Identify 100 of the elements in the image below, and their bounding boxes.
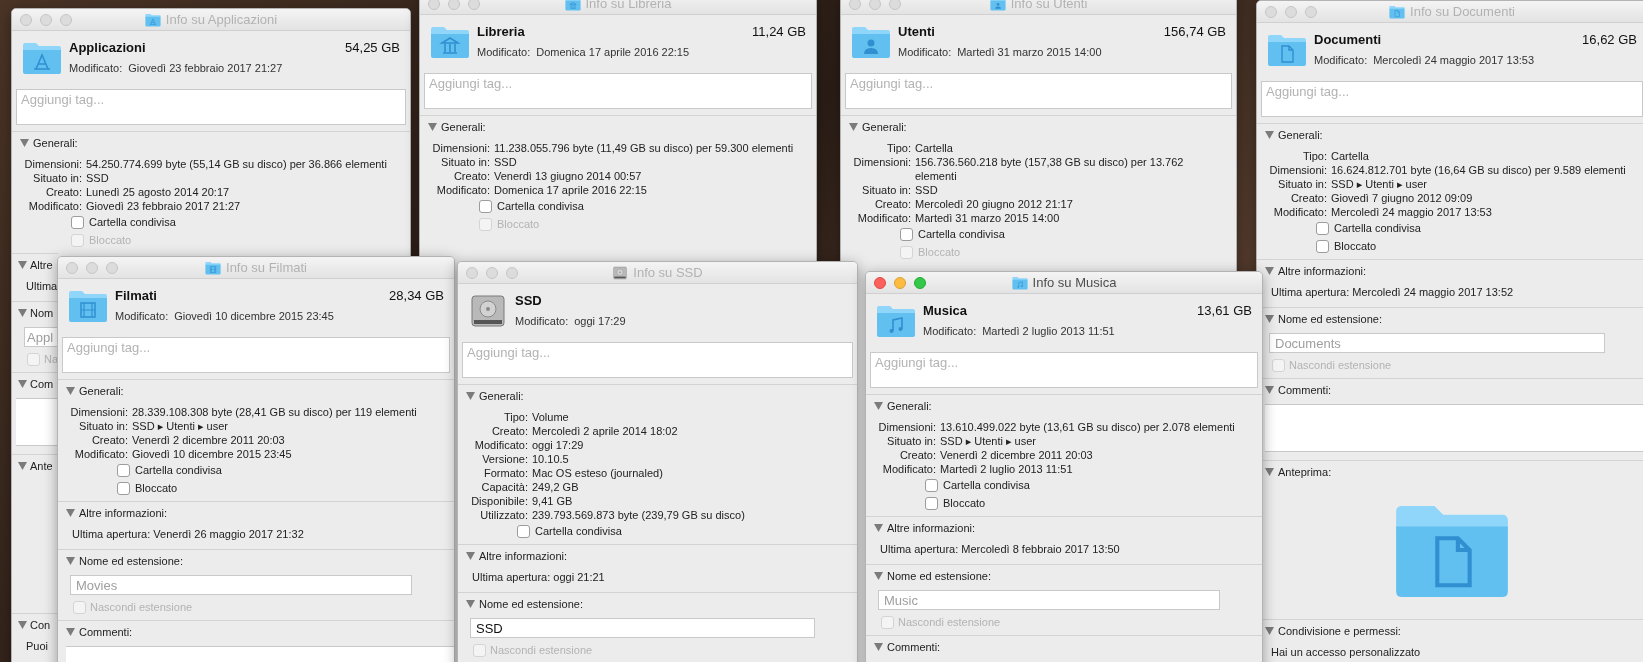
zoom-button[interactable]	[106, 261, 118, 274]
zoom-button[interactable]	[506, 266, 518, 279]
folder-icon	[876, 304, 916, 338]
minimize-button[interactable]	[1285, 5, 1297, 18]
info-label: Tipo:	[1301, 149, 1327, 163]
close-button[interactable]	[66, 261, 78, 274]
info-label: Situato in:	[1277, 177, 1327, 191]
close-button[interactable]	[1265, 5, 1277, 18]
zoom-button[interactable]	[1305, 5, 1317, 18]
info-value: 54.250.774.699 byte (55,14 GB su disco) per 36.866 elementi	[86, 157, 388, 171]
disclosure-triangle-icon[interactable]	[18, 309, 27, 317]
checkbox[interactable]	[479, 199, 492, 213]
checkbox[interactable]	[1316, 221, 1329, 235]
checkbox[interactable]	[925, 496, 938, 510]
minimize-button[interactable]	[86, 261, 98, 274]
checkbox[interactable]	[517, 524, 530, 538]
info-label: Situato in:	[32, 171, 82, 185]
info-label: Capacità:	[480, 480, 528, 494]
disclosure-triangle-icon[interactable]	[466, 392, 475, 400]
minimize-button[interactable]	[448, 0, 460, 10]
close-button[interactable]	[20, 13, 32, 26]
disclosure-triangle-icon[interactable]	[18, 380, 27, 388]
disclosure-triangle-icon[interactable]	[20, 139, 29, 147]
info-value: Domenica 17 aprile 2016 22:15	[494, 183, 648, 197]
minimize-button[interactable]	[869, 0, 881, 10]
minimize-button[interactable]	[486, 266, 498, 279]
info-value: SSD	[86, 171, 110, 185]
disclosure-triangle-icon[interactable]	[466, 552, 475, 560]
minimize-button[interactable]	[40, 13, 52, 26]
disclosure-triangle-icon[interactable]	[428, 123, 437, 131]
disclosure-triangle-icon[interactable]	[874, 524, 883, 532]
modified-date: Martedì 31 marzo 2015 14:00	[957, 45, 1102, 60]
info-value: 9,41 GB	[532, 494, 574, 508]
info-value: 28.339.108.308 byte (28,41 GB su disco) per 119 elementi	[132, 405, 418, 419]
tags-field[interactable]: Aggiungi tag...	[845, 73, 1232, 109]
modified-label: Modificato:	[477, 45, 531, 60]
disclosure-triangle-icon[interactable]	[1265, 131, 1274, 139]
tags-field[interactable]: Aggiungi tag...	[62, 337, 450, 373]
checkbox-label: Nascondi estensione	[1289, 359, 1392, 371]
disclosure-triangle-icon[interactable]	[1265, 627, 1274, 635]
zoom-button[interactable]	[889, 0, 901, 10]
checkbox-label: Cartella condivisa	[1334, 222, 1421, 234]
checkbox[interactable]	[900, 227, 913, 241]
modified-date: Martedì 2 luglio 2013 11:51	[982, 324, 1115, 339]
disclosure-triangle-icon[interactable]	[874, 572, 883, 580]
name-field[interactable]: SSD	[470, 618, 815, 638]
tags-field[interactable]: Aggiungi tag...	[16, 89, 406, 125]
file-name: Filmati	[115, 287, 158, 305]
checkbox[interactable]	[925, 478, 938, 492]
disclosure-triangle-icon[interactable]	[849, 123, 858, 131]
disclosure-triangle-icon[interactable]	[18, 621, 27, 629]
disclosure-triangle-icon[interactable]	[874, 402, 883, 410]
close-button[interactable]	[874, 276, 886, 289]
disclosure-triangle-icon[interactable]	[66, 387, 75, 395]
section-title: Altre informazioni:	[1278, 264, 1367, 278]
info-value: oggi 17:29	[532, 438, 585, 452]
disclosure-triangle-icon[interactable]	[18, 261, 27, 269]
info-label: Modificato:	[856, 211, 911, 225]
info-label: Situato in:	[440, 155, 490, 169]
info-text: Ultima apertura: oggi 21:21	[472, 570, 605, 584]
disclosure-triangle-icon[interactable]	[66, 557, 75, 565]
close-button[interactable]	[466, 266, 478, 279]
info-label: Dimensioni:	[431, 141, 490, 155]
tags-field[interactable]: Aggiungi tag...	[424, 73, 812, 109]
zoom-button[interactable]	[60, 13, 72, 26]
comments-field[interactable]	[16, 398, 58, 446]
checkbox[interactable]	[117, 463, 130, 477]
disclosure-triangle-icon[interactable]	[1265, 315, 1274, 323]
drive-icon	[612, 265, 629, 280]
zoom-button[interactable]	[914, 276, 926, 289]
info-value: SSD	[915, 183, 939, 197]
comments-field[interactable]	[1265, 404, 1643, 452]
info-label: Situato in:	[886, 434, 936, 448]
zoom-button[interactable]	[468, 0, 480, 10]
minimize-button[interactable]	[894, 276, 906, 289]
disclosure-triangle-icon[interactable]	[1265, 267, 1274, 275]
tags-field[interactable]: Aggiungi tag...	[1261, 81, 1643, 117]
section-title: Nom	[30, 306, 54, 320]
disclosure-triangle-icon[interactable]	[466, 600, 475, 608]
checkbox-label: Cartella condivisa	[943, 479, 1030, 491]
disclosure-triangle-icon[interactable]	[66, 509, 75, 517]
folder-icon	[1389, 4, 1406, 19]
checkbox[interactable]	[117, 481, 130, 495]
tags-field[interactable]: Aggiungi tag...	[870, 352, 1258, 388]
checkbox[interactable]	[1316, 239, 1329, 253]
tags-field[interactable]: Aggiungi tag...	[462, 342, 853, 378]
info-label: Creato:	[44, 185, 82, 199]
disclosure-triangle-icon[interactable]	[18, 462, 27, 470]
info-text: Puoi	[26, 639, 49, 653]
section-title: Anteprima:	[1278, 465, 1332, 479]
section-title: Generali:	[887, 399, 932, 413]
disclosure-triangle-icon[interactable]	[874, 643, 883, 651]
info-label: Modificato:	[73, 447, 128, 461]
disclosure-triangle-icon[interactable]	[1265, 468, 1274, 476]
checkbox[interactable]	[71, 215, 84, 229]
section-title: Generali:	[33, 136, 78, 150]
section-title: Generali:	[862, 120, 907, 134]
disclosure-triangle-icon[interactable]	[1265, 386, 1274, 394]
disclosure-triangle-icon[interactable]	[66, 628, 75, 636]
section-title: Nome ed estensione:	[479, 597, 583, 611]
